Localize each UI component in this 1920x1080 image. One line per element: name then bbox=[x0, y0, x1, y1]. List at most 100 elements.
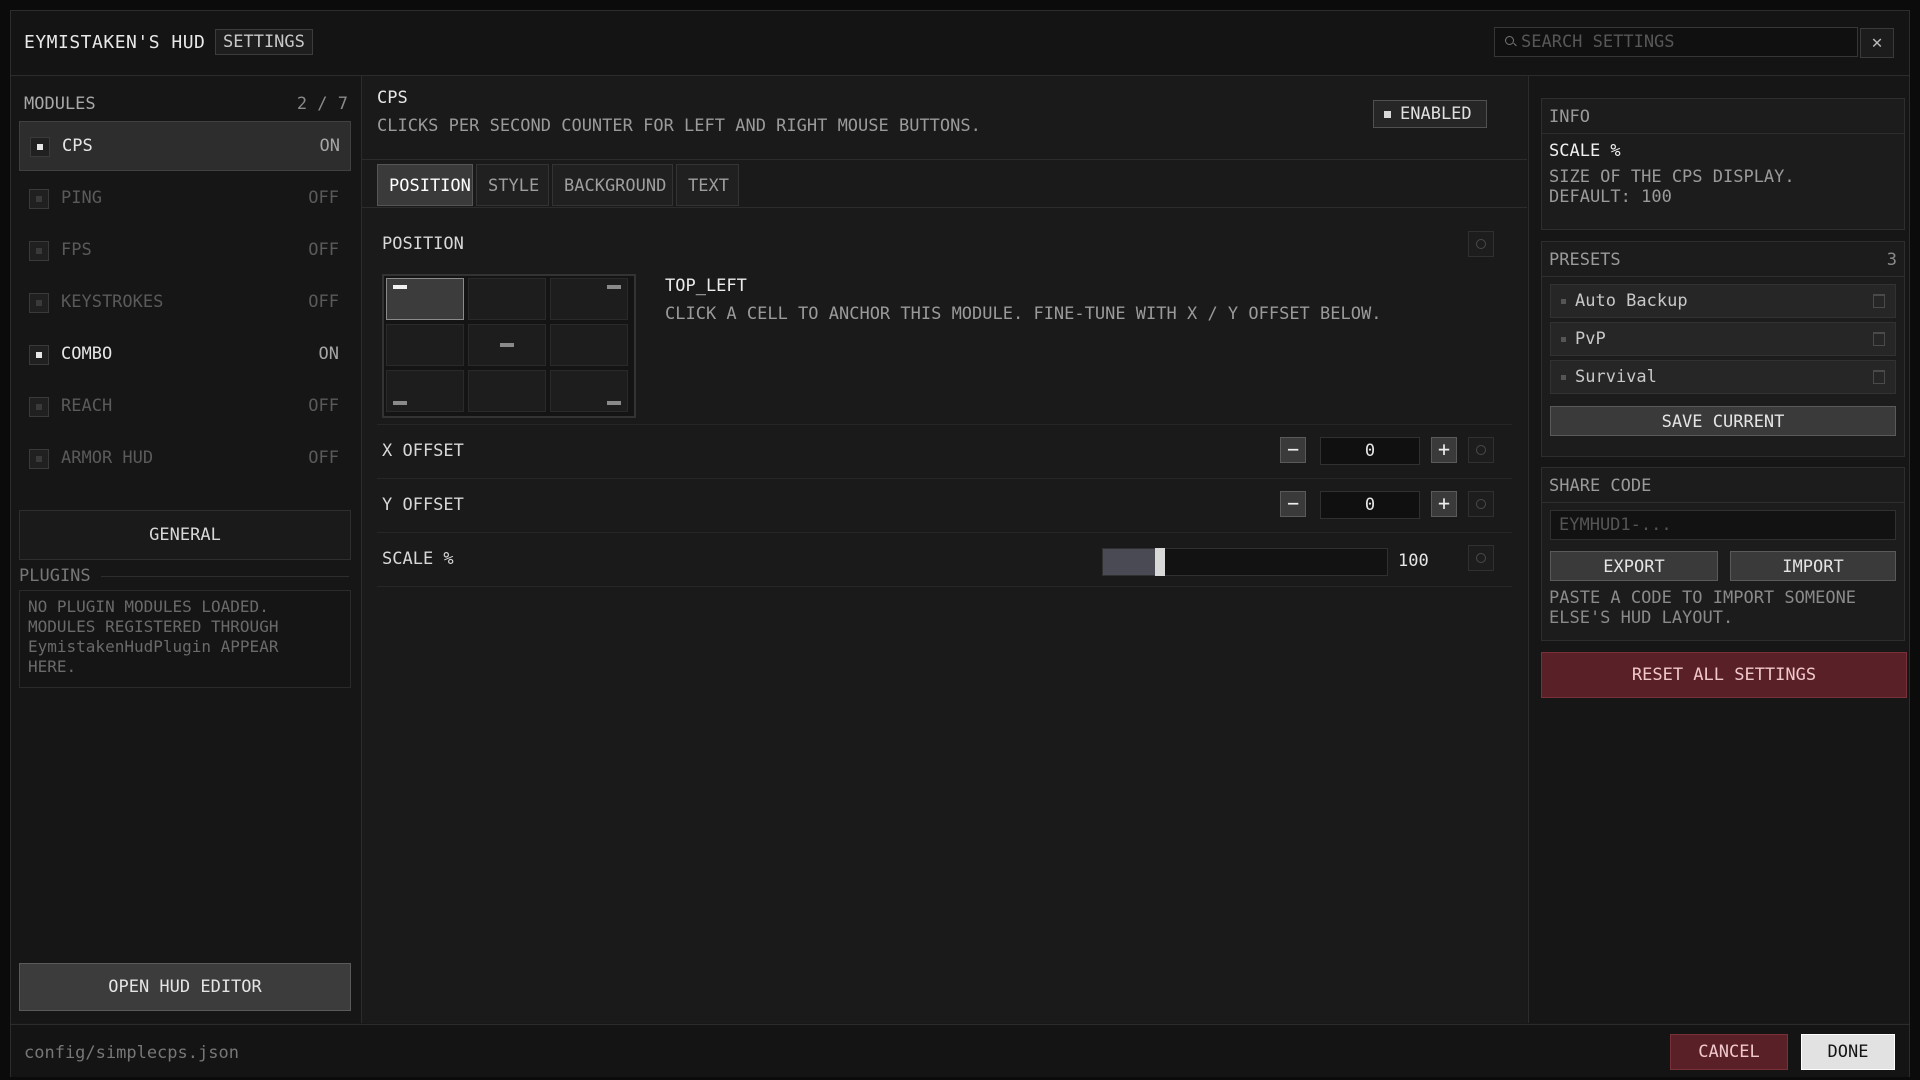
close-button[interactable]: ✕ bbox=[1860, 28, 1894, 58]
module-item-combo[interactable]: COMBO ON bbox=[19, 330, 349, 378]
row-divider bbox=[377, 586, 1512, 587]
x-offset-label: X OFFSET bbox=[382, 441, 464, 461]
module-name: REACH bbox=[61, 396, 113, 416]
anchor-mark bbox=[607, 285, 621, 289]
anchor-cell-center[interactable] bbox=[468, 324, 546, 366]
anchor-cell-top-left[interactable] bbox=[386, 278, 464, 320]
module-toggle-checkbox[interactable] bbox=[29, 345, 49, 365]
tab-style[interactable]: STYLE bbox=[476, 164, 549, 206]
enabled-indicator-icon bbox=[1384, 111, 1391, 118]
preset-item[interactable]: Auto Backup bbox=[1550, 284, 1896, 318]
module-item-armor-hud[interactable]: ARMOR HUD OFF bbox=[19, 434, 349, 482]
search-input[interactable] bbox=[1521, 28, 1851, 56]
module-item-keystrokes[interactable]: KEYSTROKES OFF bbox=[19, 278, 349, 326]
module-item-cps[interactable]: CPS ON bbox=[19, 121, 351, 171]
x-offset-field[interactable]: 0 bbox=[1320, 437, 1420, 465]
done-button[interactable]: DONE bbox=[1801, 1034, 1895, 1070]
anchor-cell-middle-right[interactable] bbox=[550, 324, 628, 366]
settings-tag: SETTINGS bbox=[215, 29, 313, 55]
save-current-preset-button[interactable]: SAVE CURRENT bbox=[1550, 406, 1896, 436]
module-name: PING bbox=[61, 188, 102, 208]
preset-item[interactable]: Survival bbox=[1550, 360, 1896, 394]
reset-all-settings-button[interactable]: RESET ALL SETTINGS bbox=[1541, 652, 1907, 698]
right-sidebar: INFO SCALE % SIZE OF THE CPS DISPLAY. DE… bbox=[1528, 76, 1909, 1023]
anchor-cell-top-center[interactable] bbox=[468, 278, 546, 320]
module-item-fps[interactable]: FPS OFF bbox=[19, 226, 349, 274]
config-file-path: config/simplecps.json bbox=[24, 1043, 239, 1063]
module-description: CLICKS PER SECOND COUNTER FOR LEFT AND R… bbox=[377, 116, 981, 136]
x-offset-decrement-button[interactable]: − bbox=[1280, 437, 1306, 463]
position-reset-button[interactable] bbox=[1468, 231, 1494, 257]
module-item-ping[interactable]: PING OFF bbox=[19, 174, 349, 222]
delete-preset-icon[interactable] bbox=[1873, 370, 1885, 384]
module-name: ARMOR HUD bbox=[61, 448, 154, 468]
share-code-input-box[interactable] bbox=[1550, 510, 1896, 540]
y-offset-decrement-button[interactable]: − bbox=[1280, 491, 1306, 517]
info-description-line: SIZE OF THE CPS DISPLAY. bbox=[1549, 167, 1795, 187]
share-code-help: PASTE A CODE TO IMPORT SOMEONE ELSE'S HU… bbox=[1549, 588, 1856, 628]
y-offset-increment-button[interactable]: + bbox=[1431, 491, 1457, 517]
presets-title: PRESETS bbox=[1549, 250, 1621, 270]
share-help-line: PASTE A CODE TO IMPORT SOMEONE bbox=[1549, 588, 1857, 608]
modules-header: MODULES 2 / 7 bbox=[24, 94, 348, 114]
delete-preset-icon[interactable] bbox=[1873, 332, 1885, 346]
open-hud-editor-button[interactable]: OPEN HUD EDITOR bbox=[19, 963, 351, 1011]
anchor-cell-top-right[interactable] bbox=[550, 278, 628, 320]
plugins-message-line: HERE. bbox=[28, 657, 77, 676]
preset-name: Survival bbox=[1575, 367, 1657, 387]
cancel-button[interactable]: CANCEL bbox=[1670, 1034, 1788, 1070]
preset-bullet-icon bbox=[1561, 337, 1566, 342]
app-title: EYMISTAKEN'S HUD bbox=[24, 32, 206, 53]
import-button[interactable]: IMPORT bbox=[1730, 551, 1896, 581]
search-icon bbox=[1505, 36, 1514, 45]
scale-label: SCALE % bbox=[382, 549, 454, 569]
row-divider bbox=[377, 532, 1512, 533]
preset-item[interactable]: PvP bbox=[1550, 322, 1896, 356]
module-name: KEYSTROKES bbox=[61, 292, 164, 312]
anchor-help-text: CLICK A CELL TO ANCHOR THIS MODULE. FINE… bbox=[665, 304, 1382, 324]
settings-window: EYMISTAKEN'S HUD SETTINGS ✕ MODULES 2 / … bbox=[10, 10, 1910, 1077]
info-panel: INFO SCALE % SIZE OF THE CPS DISPLAY. DE… bbox=[1541, 98, 1905, 230]
module-toggle-checkbox[interactable] bbox=[29, 241, 49, 261]
module-title: CPS bbox=[377, 88, 408, 108]
tab-position[interactable]: POSITION bbox=[377, 164, 473, 206]
export-button[interactable]: EXPORT bbox=[1550, 551, 1718, 581]
row-divider bbox=[377, 478, 1512, 479]
share-code-panel: SHARE CODE EXPORT IMPORT PASTE A CODE TO… bbox=[1541, 467, 1905, 641]
plugins-message-line: EymistakenHudPlugin APPEAR bbox=[28, 637, 279, 656]
general-button[interactable]: GENERAL bbox=[19, 510, 351, 560]
tab-text[interactable]: TEXT bbox=[676, 164, 739, 206]
info-panel-header: INFO bbox=[1542, 99, 1904, 134]
scale-slider-handle[interactable] bbox=[1155, 548, 1165, 576]
module-item-reach[interactable]: REACH OFF bbox=[19, 382, 349, 430]
y-offset-field[interactable]: 0 bbox=[1320, 491, 1420, 519]
search-box[interactable] bbox=[1494, 27, 1858, 57]
scale-slider[interactable] bbox=[1102, 548, 1388, 576]
module-toggle-checkbox[interactable] bbox=[30, 137, 50, 157]
anchor-cell-bottom-left[interactable] bbox=[386, 370, 464, 412]
anchor-mark bbox=[393, 401, 407, 405]
x-offset-reset-button[interactable] bbox=[1468, 437, 1494, 463]
x-offset-increment-button[interactable]: + bbox=[1431, 437, 1457, 463]
module-name: FPS bbox=[61, 240, 92, 260]
tab-background[interactable]: BACKGROUND bbox=[552, 164, 673, 206]
position-label: POSITION bbox=[382, 234, 464, 254]
anchor-cell-bottom-center[interactable] bbox=[468, 370, 546, 412]
anchor-cell-middle-left[interactable] bbox=[386, 324, 464, 366]
preset-name: Auto Backup bbox=[1575, 291, 1688, 311]
anchor-cell-bottom-right[interactable] bbox=[550, 370, 628, 412]
module-toggle-checkbox[interactable] bbox=[29, 189, 49, 209]
module-state: ON bbox=[319, 136, 340, 156]
module-state: OFF bbox=[308, 396, 339, 416]
scale-reset-button[interactable] bbox=[1468, 545, 1494, 571]
delete-preset-icon[interactable] bbox=[1873, 294, 1885, 308]
share-code-input[interactable] bbox=[1551, 511, 1889, 539]
y-offset-reset-button[interactable] bbox=[1468, 491, 1494, 517]
share-code-panel-header: SHARE CODE bbox=[1542, 468, 1904, 503]
module-state: OFF bbox=[308, 240, 339, 260]
close-icon: ✕ bbox=[1871, 32, 1883, 53]
module-toggle-checkbox[interactable] bbox=[29, 449, 49, 469]
module-toggle-checkbox[interactable] bbox=[29, 293, 49, 313]
enabled-toggle[interactable]: ENABLED bbox=[1373, 100, 1487, 128]
module-toggle-checkbox[interactable] bbox=[29, 397, 49, 417]
